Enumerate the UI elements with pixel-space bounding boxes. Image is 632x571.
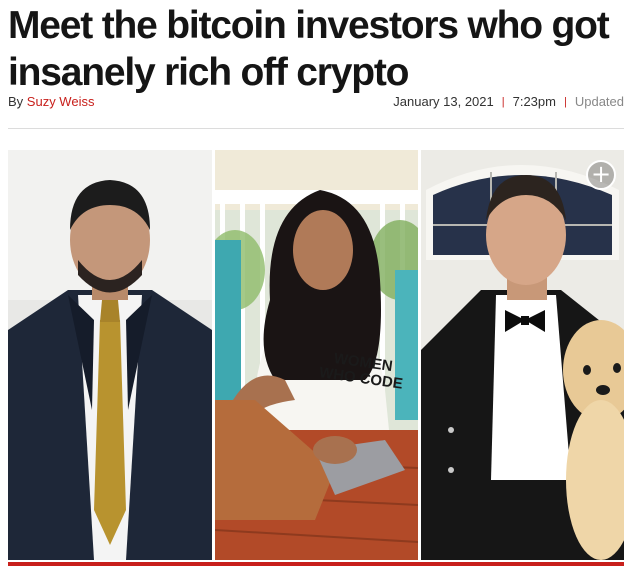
author-link[interactable]: Suzy Weiss xyxy=(27,94,95,109)
publish-date: January 13, 2021 xyxy=(393,94,494,109)
byline-row: By Suzy Weiss January 13, 2021 | 7:23pm … xyxy=(8,94,624,112)
publish-meta: January 13, 2021 | 7:23pm | Updated xyxy=(393,94,624,109)
plus-circle-icon[interactable]: + xyxy=(586,160,616,190)
publish-time: 7:23pm xyxy=(512,94,556,109)
headline: Meet the bitcoin investors who got insan… xyxy=(8,4,610,94)
man-with-puppy-photo[interactable]: + xyxy=(421,150,624,560)
accent-bar xyxy=(8,562,624,566)
meta-separator: | xyxy=(563,95,567,108)
byline: By Suzy Weiss xyxy=(8,94,94,109)
header-divider xyxy=(8,128,624,129)
man-in-suit-photo[interactable] xyxy=(8,150,212,560)
updated-label: Updated xyxy=(574,94,624,109)
meta-separator: | xyxy=(501,95,505,108)
photo-gallery[interactable]: WOMEN WHO CODE + xyxy=(8,150,624,560)
byline-prefix: By xyxy=(8,94,24,109)
woman-with-laptop-photo[interactable]: WOMEN WHO CODE xyxy=(215,150,418,560)
